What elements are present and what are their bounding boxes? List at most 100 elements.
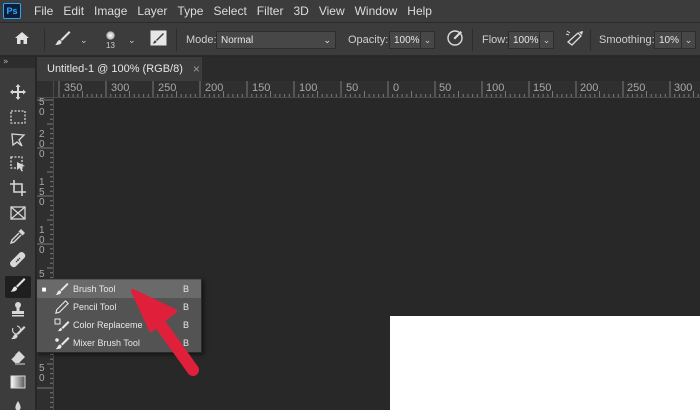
brush-size-picker[interactable]: 13 [106,23,115,57]
flyout-item-label: Color Replaceme [73,320,143,330]
selected-indicator-icon: ■ [41,284,47,294]
chevron-down-icon: ⌄ [323,34,331,45]
chevron-down-icon[interactable]: ⌄ [540,31,554,49]
menu-help[interactable]: Help [402,0,437,22]
mixer-brush-icon [51,334,73,352]
eyedropper-tool[interactable] [5,227,31,249]
menu-select[interactable]: Select [208,0,251,22]
blur-tool[interactable] [5,396,31,410]
chevron-down-icon[interactable]: ⌄ [128,35,136,46]
menu-edit[interactable]: Edit [58,0,89,22]
lasso-tool[interactable] [5,131,31,153]
smoothing-input[interactable]: 10% ⌄ [654,23,696,57]
smoothing-value: 10% [659,34,680,46]
ruler-label: 200 [205,82,224,94]
ruler-label: 200 [580,82,599,94]
brush-size-value: 13 [106,41,115,50]
frame-icon [10,205,26,224]
gradient-tool[interactable] [5,372,31,394]
stamp-icon [10,301,26,321]
chevron-down-icon[interactable]: ⌄ [421,31,435,49]
divider [472,29,473,51]
ruler-label: 5 0 [39,363,45,384]
brush-tool[interactable] [5,276,31,298]
document-tab-title: Untitled-1 @ 100% (RGB/8) [47,63,183,75]
ruler-label: 5 0 [39,98,45,118]
eraser-tool[interactable] [5,348,31,370]
flyout-item-mixer-brush-tool[interactable]: Mixer Brush Tool B [37,334,201,352]
ruler-label: 150 [252,82,271,94]
airbrush-icon [565,30,585,51]
flyout-item-brush-tool[interactable]: ■ Brush Tool B [37,280,201,298]
move-tool[interactable] [5,83,31,105]
history-brush-tool[interactable] [5,324,31,346]
brush-tool-flyout-menu: ■ Brush Tool B Pencil Tool B Color Repla… [36,278,202,353]
marquee-tool[interactable] [5,107,31,129]
frame-tool[interactable] [5,203,31,225]
chevron-down-icon[interactable]: ⌄ [682,31,696,49]
ruler-origin[interactable] [37,81,54,98]
chevron-down-icon: ⌄ [80,34,88,45]
menu-layer[interactable]: Layer [132,0,172,22]
pressure-opacity-button[interactable] [446,23,464,57]
airbrush-button[interactable] [565,23,585,57]
toolbar-collapse-button[interactable]: » [0,57,35,68]
ruler-label: 150 [533,82,552,94]
flyout-item-pencil-tool[interactable]: Pencil Tool B [37,298,201,316]
options-bar: ⌄ 13 ⌄ Mode: Normal ⌄ Opacity: 100% ⌄ Fl… [0,22,700,56]
eraser-icon [10,349,26,369]
brush-preset-icon [54,30,72,51]
opacity-value: 100% [394,34,420,46]
color-replacement-icon [51,316,73,334]
brush-tip-icon [106,31,115,40]
pencil-icon [51,298,73,316]
clone-stamp-tool[interactable] [5,300,31,322]
divider [176,29,177,51]
brush-icon [51,280,73,298]
move-icon [10,84,26,104]
menu-image[interactable]: Image [89,0,132,22]
brush-settings-panel-button[interactable] [150,23,167,57]
menu-type[interactable]: Type [172,0,208,22]
mode-select[interactable]: Normal ⌄ [216,23,336,57]
pressure-opacity-icon [446,29,464,52]
menu-view[interactable]: View [314,0,350,22]
document-tab[interactable]: Untitled-1 @ 100% (RGB/8) × [37,57,202,81]
opacity-input[interactable]: 100% ⌄ [389,23,435,57]
crop-tool[interactable] [5,179,31,201]
flyout-item-shortcut: B [183,302,190,312]
flow-label: Flow: [482,34,509,46]
ruler-label: 0 [393,82,400,94]
flyout-item-label: Pencil Tool [73,302,117,312]
gradient-icon [10,374,26,393]
menu-3d[interactable]: 3D [288,0,313,22]
document-canvas[interactable] [390,316,700,410]
menu-window[interactable]: Window [350,0,403,22]
flyout-item-color-replacement-tool[interactable]: Color Replaceme B [37,316,201,334]
vertical-ruler[interactable]: 5 0 2 0 0 1 5 0 1 0 0 5 5 0 [37,98,54,410]
ruler-label: 1 5 0 [39,177,45,208]
flyout-item-shortcut: B [183,284,190,294]
flyout-item-label: Mixer Brush Tool [73,338,140,348]
home-icon [14,31,30,50]
eyedropper-icon [9,228,26,248]
menu-filter[interactable]: Filter [252,0,289,22]
menu-file[interactable]: File [29,0,58,22]
flow-input[interactable]: 100% ⌄ [508,23,554,57]
flyout-item-shortcut: B [183,320,190,330]
mode-label: Mode: [186,34,217,46]
tool-preset-picker[interactable]: ⌄ [54,23,88,57]
home-button[interactable] [14,23,30,57]
divider [590,29,591,51]
opacity-label: Opacity: [348,34,389,46]
ruler-ticks [58,81,699,97]
ruler-label: 300 [674,82,693,94]
object-selection-tool[interactable] [5,155,31,177]
ruler-label: 350 [64,82,83,94]
horizontal-ruler[interactable]: 350 300 250 200 150 100 50 0 50 100 150 … [54,81,700,98]
flyout-item-shortcut: B [183,338,190,348]
brush-settings-icon [150,30,167,51]
close-icon[interactable]: × [193,62,200,76]
healing-brush-tool[interactable] [5,251,31,273]
bandage-icon [10,252,26,272]
